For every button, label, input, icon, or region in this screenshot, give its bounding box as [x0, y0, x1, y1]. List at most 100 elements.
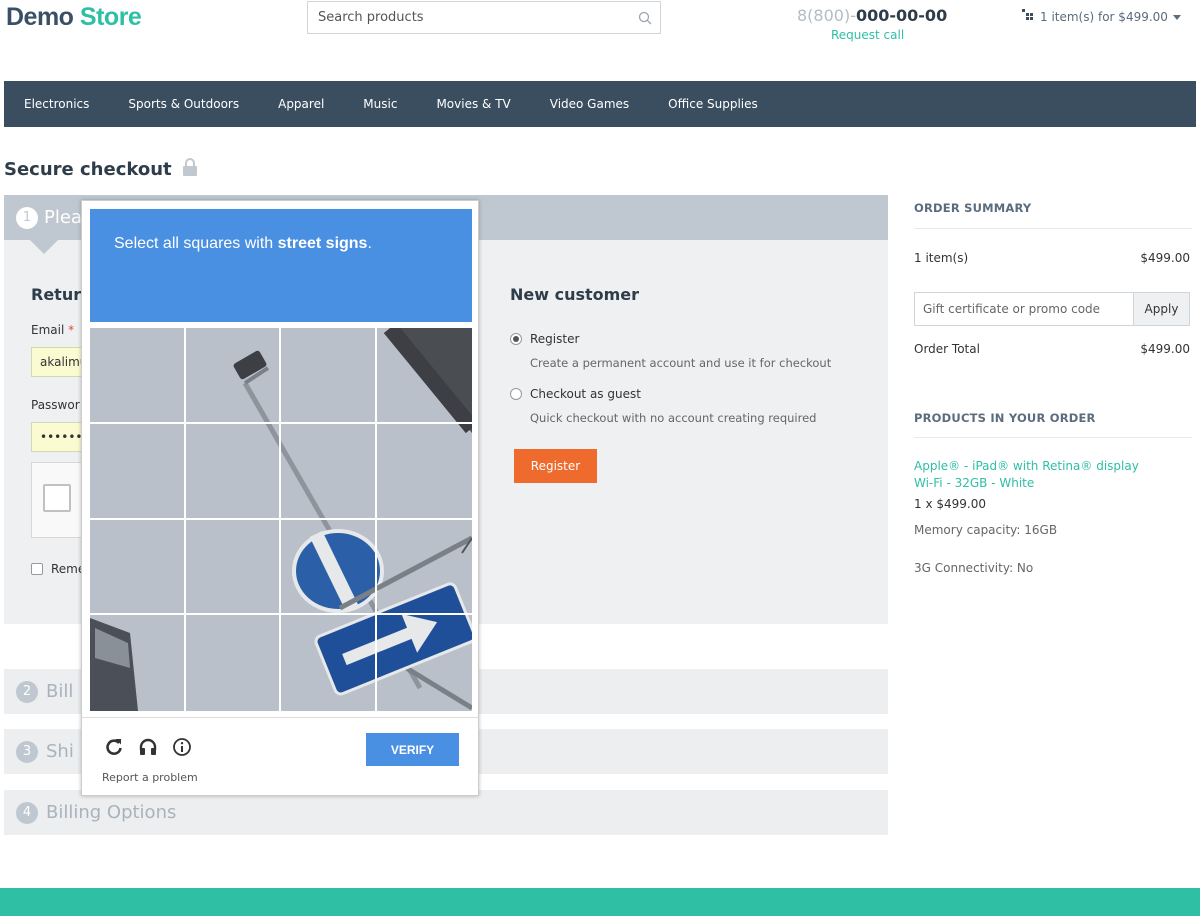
apply-button[interactable]: Apply — [1133, 293, 1189, 325]
search-input[interactable] — [308, 2, 630, 33]
divider — [914, 228, 1192, 229]
nav-item-sports-outdoors[interactable]: Sports & Outdoors — [128, 97, 239, 111]
phone-prefix: 8(800)- — [797, 6, 856, 25]
captcha-tile[interactable] — [90, 423, 186, 520]
store-logo[interactable]: Demo Store — [6, 3, 142, 32]
report-problem-link[interactable]: Report a problem — [102, 771, 198, 784]
captcha-tile[interactable] — [185, 519, 281, 616]
captcha-tile[interactable] — [90, 615, 186, 711]
step-4-header[interactable]: 4 Billing Options — [4, 790, 888, 835]
captcha-tile[interactable] — [377, 615, 473, 711]
step-4-title: Billing Options — [46, 802, 177, 823]
captcha-instructions: Select all squares with street signs. — [90, 209, 472, 322]
logo-part-demo: Demo — [6, 3, 74, 31]
product-quantity: 1 x $499.00 — [914, 497, 986, 511]
promo-code-input[interactable] — [915, 293, 1133, 325]
register-option-label: Register — [530, 332, 580, 346]
product-link[interactable]: Apple® - iPad® with Retina® display Wi-F… — [914, 458, 1154, 492]
nav-item-electronics[interactable]: Electronics — [24, 97, 89, 111]
captcha-challenge-dialog: Select all squares with street signs. Re… — [81, 200, 479, 796]
captcha-tile[interactable] — [281, 328, 377, 424]
category-nav: Electronics Sports & Outdoors Apparel Mu… — [4, 81, 1196, 127]
divider — [914, 437, 1192, 438]
captcha-tile[interactable] — [376, 328, 472, 424]
step-1-number: 1 — [16, 206, 38, 229]
step-4-number: 4 — [16, 801, 38, 824]
step-3-title: Shi — [46, 741, 74, 762]
guest-option[interactable]: Checkout as guest — [510, 387, 641, 401]
nav-item-video-games[interactable]: Video Games — [550, 97, 629, 111]
order-total-row: Order Total $499.00 — [914, 342, 1190, 356]
nav-item-office-supplies[interactable]: Office Supplies — [668, 97, 758, 111]
order-total-value: $499.00 — [1140, 342, 1190, 356]
captcha-tile[interactable] — [185, 423, 281, 520]
captcha-tile[interactable] — [281, 423, 377, 520]
page-title-text: Secure checkout — [4, 159, 172, 180]
nav-item-music[interactable]: Music — [363, 97, 397, 111]
phone-number: 8(800)-000-00-00 — [797, 6, 947, 25]
headphones-icon[interactable] — [138, 737, 158, 761]
captcha-tile[interactable] — [281, 615, 377, 711]
required-marker: * — [68, 323, 75, 337]
returning-customer-title: Retur — [31, 285, 82, 304]
captcha-controls — [104, 737, 192, 761]
register-button[interactable]: Register — [514, 449, 597, 483]
captcha-tile[interactable] — [90, 328, 186, 424]
captcha-image-grid — [90, 328, 472, 711]
order-total-label: Order Total — [914, 342, 980, 356]
register-option[interactable]: Register — [510, 332, 579, 346]
footer-bar — [0, 888, 1200, 916]
phone-main: 000-00-00 — [855, 6, 948, 25]
captcha-tile[interactable] — [90, 519, 186, 616]
captcha-tile[interactable] — [376, 424, 472, 520]
remember-me[interactable]: Reme — [31, 562, 85, 576]
items-value: $499.00 — [1140, 251, 1190, 265]
guest-radio[interactable] — [510, 388, 522, 400]
captcha-tiles — [90, 328, 472, 711]
items-label: 1 item(s) — [914, 251, 969, 265]
cart-summary[interactable]: 1 item(s) for $499.00 — [1021, 9, 1181, 24]
register-option-desc: Create a permanent account and use it fo… — [530, 356, 832, 370]
password-label: Passwor — [31, 398, 80, 412]
product-option-memory: Memory capacity: 16GB — [914, 523, 1058, 537]
guest-option-label: Checkout as guest — [530, 387, 641, 401]
recaptcha-checkbox[interactable] — [43, 484, 71, 512]
nav-item-apparel[interactable]: Apparel — [278, 97, 324, 111]
logo-part-store: Store — [79, 3, 142, 31]
order-summary-heading: ORDER SUMMARY — [914, 201, 1032, 215]
cart-label: 1 item(s) for $499.00 — [1040, 9, 1168, 24]
captcha-tile[interactable] — [376, 520, 472, 616]
search-icon[interactable] — [630, 11, 660, 25]
divider — [82, 717, 478, 718]
email-label-text: Email — [31, 323, 65, 337]
remember-checkbox[interactable] — [31, 563, 43, 575]
new-customer-title: New customer — [510, 285, 640, 304]
captcha-tile[interactable] — [281, 519, 377, 616]
product-option-3g: 3G Connectivity: No — [914, 561, 1034, 575]
info-icon[interactable] — [172, 737, 192, 761]
step-2-title: Bill — [46, 681, 74, 702]
request-call-link[interactable]: Request call — [831, 28, 904, 42]
verify-button[interactable]: VERIFY — [366, 733, 459, 766]
lock-icon — [182, 158, 198, 181]
cart-icon — [1021, 9, 1035, 24]
items-row: 1 item(s) $499.00 — [914, 251, 1190, 265]
instruction-suffix: . — [367, 235, 372, 252]
step-1-title: Plea — [44, 207, 82, 228]
instruction-prefix: Select all squares with — [114, 235, 278, 252]
step-1-pointer — [30, 240, 58, 254]
chevron-down-icon — [1172, 10, 1181, 24]
promo-form: Apply — [914, 292, 1190, 326]
captcha-tile[interactable] — [185, 328, 281, 424]
search-box — [307, 1, 661, 34]
reload-icon[interactable] — [104, 737, 124, 761]
email-label: Email * — [31, 323, 74, 337]
captcha-tile[interactable] — [186, 615, 281, 711]
register-radio[interactable] — [510, 333, 522, 345]
instruction-target: street signs — [277, 235, 368, 252]
page-title: Secure checkout — [4, 158, 198, 181]
guest-option-desc: Quick checkout with no account creating … — [530, 411, 817, 425]
step-3-number: 3 — [16, 740, 38, 763]
step-2-number: 2 — [16, 680, 38, 703]
nav-item-movies-tv[interactable]: Movies & TV — [436, 97, 510, 111]
